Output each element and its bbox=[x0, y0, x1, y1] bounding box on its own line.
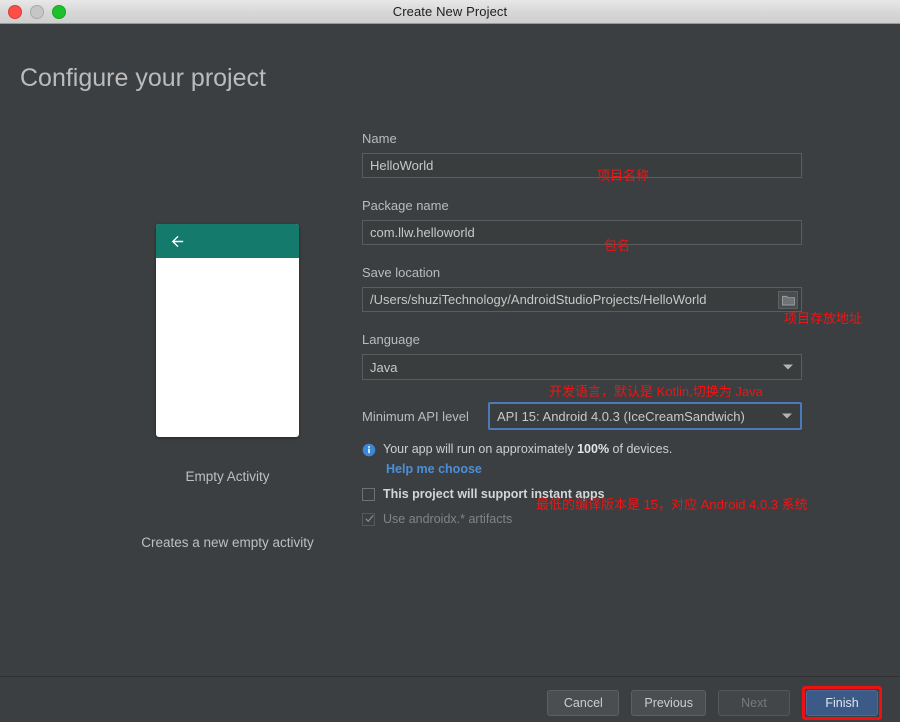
save-location-label: Save location bbox=[362, 265, 802, 280]
dialog-body: Configure your project Empty Activity Cr… bbox=[0, 24, 900, 722]
button-bar: Cancel Previous Next Finish bbox=[547, 686, 882, 720]
name-input[interactable]: HelloWorld bbox=[362, 153, 802, 178]
save-location-input-value: /Users/shuziTechnology/AndroidStudioProj… bbox=[363, 292, 706, 307]
dialog-footer: Cancel Previous Next Finish bbox=[0, 676, 900, 722]
checkmark-icon bbox=[364, 513, 375, 524]
package-field-group: Package name com.llw.helloworld bbox=[362, 198, 802, 245]
template-name: Empty Activity bbox=[120, 469, 335, 484]
window-title: Create New Project bbox=[393, 4, 508, 19]
coverage-text-before: Your app will run on approximately bbox=[383, 442, 577, 456]
language-label: Language bbox=[362, 332, 802, 347]
name-field-group: Name HelloWorld bbox=[362, 131, 802, 178]
min-api-row: Minimum API level API 15: Android 4.0.3 … bbox=[362, 402, 802, 430]
name-input-value: HelloWorld bbox=[363, 158, 433, 173]
min-api-select-value: API 15: Android 4.0.3 (IceCreamSandwich) bbox=[490, 409, 745, 424]
instant-apps-row[interactable]: This project will support instant apps bbox=[362, 487, 802, 501]
androidx-row: Use androidx.* artifacts bbox=[362, 512, 802, 526]
info-icon bbox=[362, 443, 376, 457]
language-select[interactable]: Java bbox=[362, 354, 802, 380]
min-api-label: Minimum API level bbox=[362, 409, 488, 424]
coverage-text-after: of devices. bbox=[609, 442, 672, 456]
next-button: Next bbox=[718, 690, 790, 716]
page-title: Configure your project bbox=[20, 64, 266, 93]
project-form: Name HelloWorld Package name com.llw.hel… bbox=[362, 131, 802, 526]
zoom-button[interactable] bbox=[52, 5, 66, 19]
close-button[interactable] bbox=[8, 5, 22, 19]
help-me-choose-link[interactable]: Help me choose bbox=[386, 462, 802, 476]
cancel-button[interactable]: Cancel bbox=[547, 690, 619, 716]
package-input[interactable]: com.llw.helloworld bbox=[362, 220, 802, 245]
save-location-input[interactable]: /Users/shuziTechnology/AndroidStudioProj… bbox=[362, 287, 802, 312]
language-field-group: Language Java bbox=[362, 332, 802, 380]
androidx-label: Use androidx.* artifacts bbox=[383, 512, 512, 526]
preview-appbar bbox=[156, 224, 299, 258]
template-preview: Empty Activity Creates a new empty activ… bbox=[120, 224, 335, 550]
androidx-checkbox bbox=[362, 513, 375, 526]
name-label: Name bbox=[362, 131, 802, 146]
template-description: Creates a new empty activity bbox=[120, 535, 335, 550]
device-coverage-text: Your app will run on approximately 100% … bbox=[383, 442, 672, 456]
save-location-field-group: Save location /Users/shuziTechnology/And… bbox=[362, 265, 802, 312]
package-input-value: com.llw.helloworld bbox=[363, 225, 475, 240]
language-select-value: Java bbox=[363, 360, 397, 375]
instant-apps-label: This project will support instant apps bbox=[383, 487, 605, 501]
phone-preview-card bbox=[156, 224, 299, 437]
window-controls bbox=[8, 5, 66, 19]
min-api-select[interactable]: API 15: Android 4.0.3 (IceCreamSandwich) bbox=[488, 402, 802, 430]
finish-button[interactable]: Finish bbox=[806, 690, 878, 716]
title-bar: Create New Project bbox=[0, 0, 900, 24]
create-new-project-dialog: Create New Project Configure your projec… bbox=[0, 0, 900, 722]
arrow-left-icon bbox=[169, 233, 186, 250]
finish-button-wrapper: Finish bbox=[802, 686, 882, 720]
package-label: Package name bbox=[362, 198, 802, 213]
coverage-percent: 100% bbox=[577, 442, 609, 456]
previous-button[interactable]: Previous bbox=[631, 690, 706, 716]
chevron-down-icon bbox=[783, 365, 793, 370]
folder-icon bbox=[782, 295, 795, 306]
minimize-button[interactable] bbox=[30, 5, 44, 19]
device-coverage-info: Your app will run on approximately 100% … bbox=[362, 442, 802, 457]
chevron-down-icon bbox=[782, 414, 792, 419]
instant-apps-checkbox[interactable] bbox=[362, 488, 375, 501]
browse-folder-button[interactable] bbox=[778, 291, 798, 309]
